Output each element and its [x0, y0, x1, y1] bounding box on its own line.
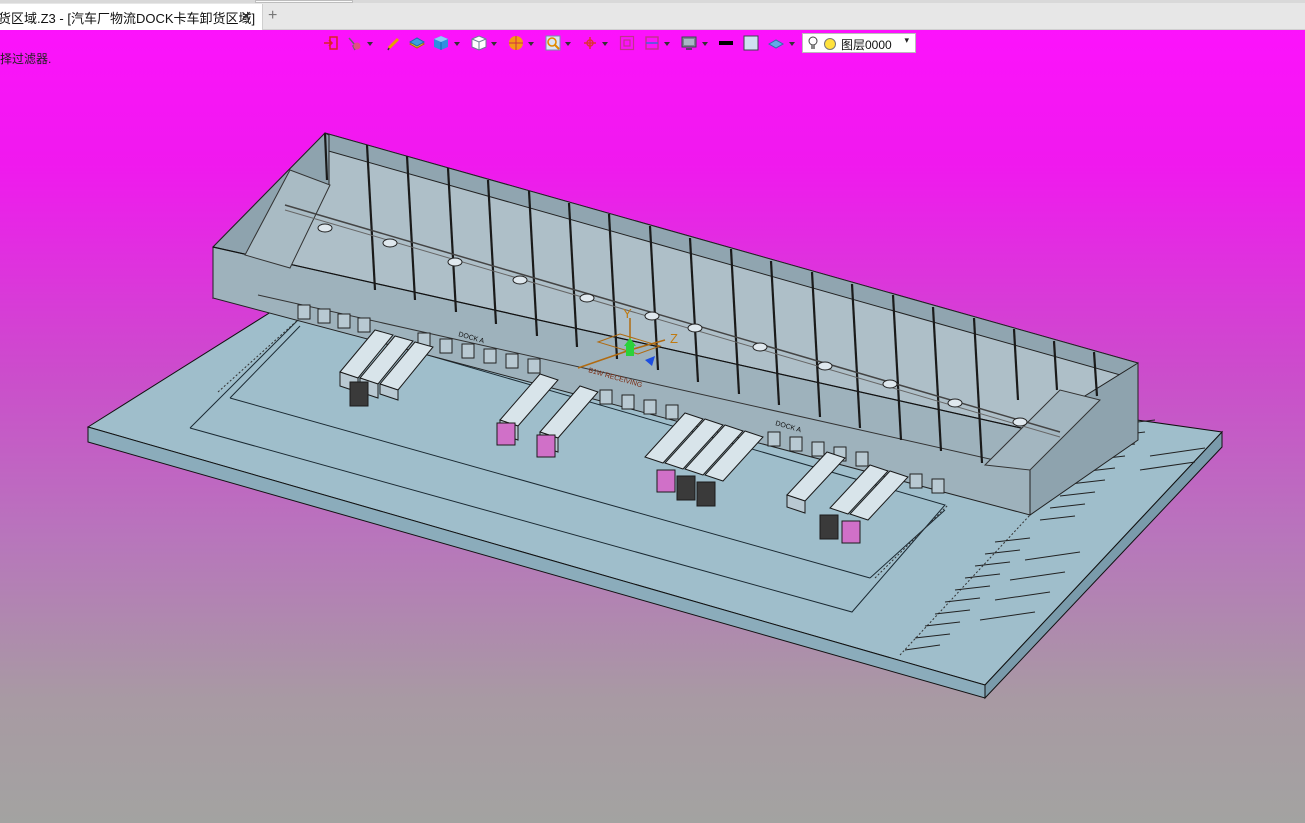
axis-label-y: Y	[623, 306, 632, 321]
3d-viewport[interactable]: DOCK A B1W RECEIVING DOCK A Y Z	[0, 0, 1305, 823]
axis-label-z: Z	[670, 331, 678, 346]
